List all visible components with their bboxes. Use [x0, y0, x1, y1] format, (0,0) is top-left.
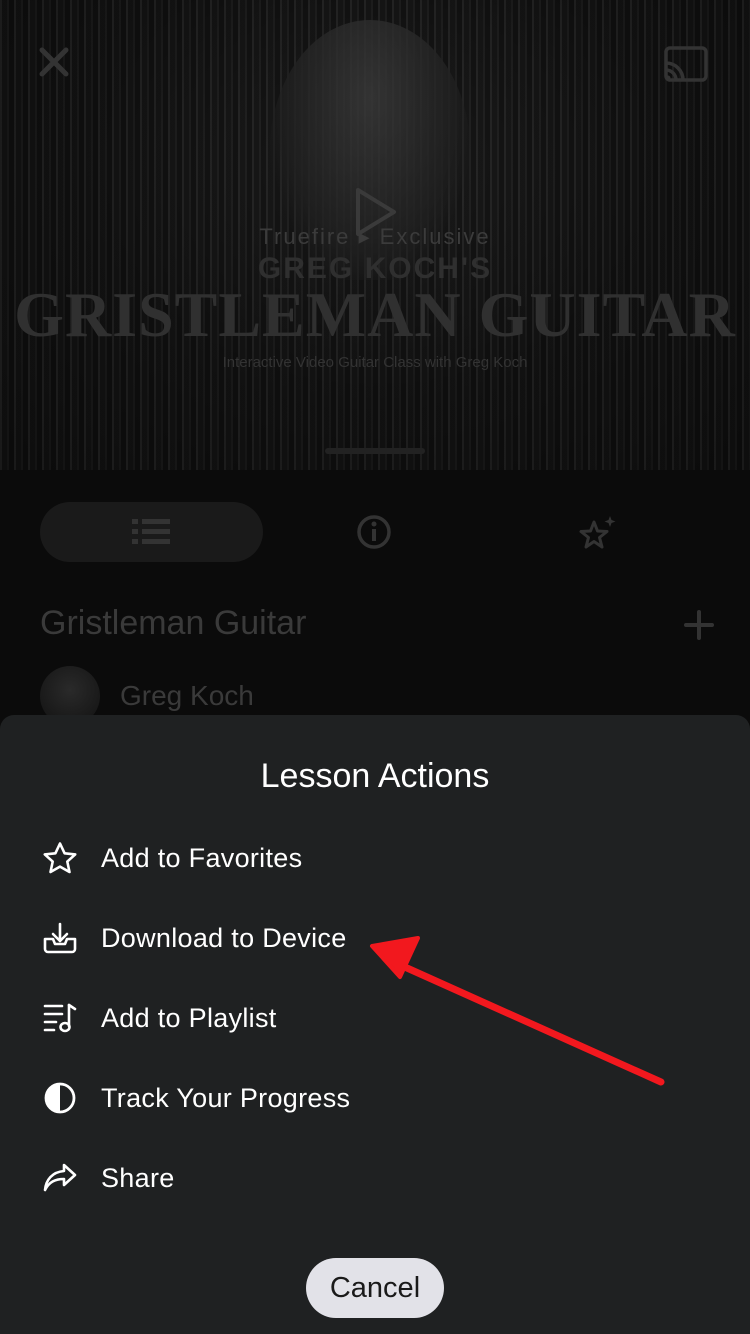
author-name: Greg Koch [120, 680, 254, 711]
action-label: Add to Playlist [101, 1002, 277, 1033]
course-title: Gristleman Guitar [40, 604, 307, 642]
action-label: Download to Device [101, 922, 347, 953]
action-label: Share [101, 1162, 175, 1193]
action-add-to-favorites[interactable]: Add to Favorites [40, 828, 540, 888]
hero-progress-bar [325, 448, 425, 454]
action-label: Add to Favorites [101, 842, 303, 873]
lesson-actions-sheet: Lesson Actions Add to Favorites Download… [0, 715, 750, 1334]
action-share[interactable]: Share [40, 1148, 540, 1208]
half-circle-icon [40, 1078, 80, 1118]
action-add-to-playlist[interactable]: Add to Playlist [40, 988, 540, 1048]
plus-icon[interactable] [684, 610, 714, 640]
list-icon [132, 519, 170, 544]
download-tray-icon [40, 918, 80, 958]
info-icon[interactable] [356, 514, 392, 550]
play-icon[interactable] [350, 186, 398, 238]
close-icon[interactable] [34, 42, 74, 82]
cast-icon[interactable] [662, 44, 710, 84]
action-track-your-progress[interactable]: Track Your Progress [40, 1068, 540, 1128]
sheet-title: Lesson Actions [260, 757, 490, 795]
hero-tagline: Interactive Video Guitar Class with Greg… [222, 354, 528, 371]
hero-title: GRISTLEMAN GUITAR [14, 279, 736, 350]
star-icon [40, 838, 80, 878]
action-download-to-device[interactable]: Download to Device [40, 908, 540, 968]
cancel-button[interactable]: Cancel [306, 1258, 444, 1318]
share-arrow-icon [40, 1158, 80, 1198]
tab-lessons[interactable] [40, 502, 263, 562]
action-label: Track Your Progress [101, 1082, 351, 1113]
sparkle-star-icon[interactable] [578, 514, 618, 552]
playlist-icon [40, 998, 80, 1038]
course-tab-bar [0, 500, 750, 564]
